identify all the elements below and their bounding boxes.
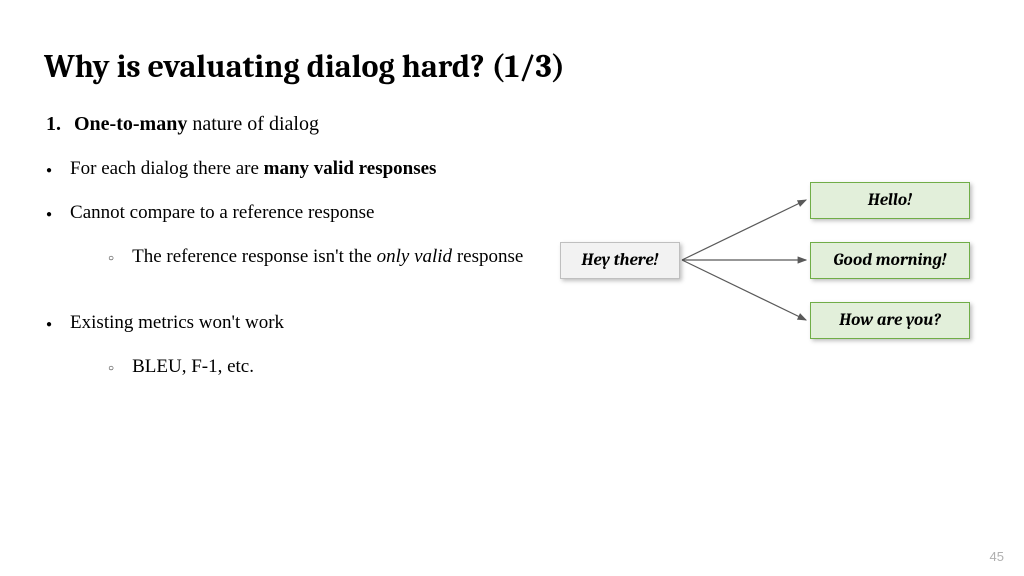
plain-text: nature of dialog <box>187 113 319 135</box>
arrow-1 <box>682 200 806 260</box>
source-box: Hey there! <box>560 242 680 279</box>
list-number: 1. <box>44 113 74 136</box>
sub-bullet-1: The reference response isn't the only va… <box>108 246 523 268</box>
sub-bullet-2: BLEU, F-1, etc. <box>108 356 284 378</box>
bullet-text: Existing metrics won't work BLEU, F-1, e… <box>70 312 284 400</box>
page-number: 45 <box>990 549 1004 564</box>
bullet-1: For each dialog there are many valid res… <box>46 158 624 180</box>
plain-text: For each dialog there are <box>70 158 264 179</box>
bold-text: many valid responses <box>264 158 437 179</box>
response-box-3: How are you? <box>810 302 970 339</box>
list-text: One-to-many nature of dialog <box>74 113 319 136</box>
sub-list: BLEU, F-1, etc. <box>70 356 284 378</box>
bullet-text: For each dialog there are many valid res… <box>70 158 436 180</box>
response-diagram: Hey there! Hello! Good morning! How are … <box>560 168 990 368</box>
numbered-item-1: 1. One-to-many nature of dialog <box>44 113 624 136</box>
plain-text: The reference response isn't the <box>132 246 377 267</box>
slide-title: Why is evaluating dialog hard? (1/3) <box>44 48 980 85</box>
response-box-1: Hello! <box>810 182 970 219</box>
response-box-2: Good morning! <box>810 242 970 279</box>
bullet-list: For each dialog there are many valid res… <box>44 158 624 400</box>
italic-text: only valid <box>377 246 452 267</box>
text-column: 1. One-to-many nature of dialog For each… <box>44 113 624 422</box>
bullet-2: Cannot compare to a reference response T… <box>46 202 624 290</box>
slide: Why is evaluating dialog hard? (1/3) 1. … <box>0 0 1024 576</box>
bullet-3: Existing metrics won't work BLEU, F-1, e… <box>46 312 624 400</box>
sub-text: The reference response isn't the only va… <box>132 246 523 268</box>
plain-text: Existing metrics won't work <box>70 312 284 333</box>
plain-text: Cannot compare to a reference response <box>70 202 374 223</box>
sub-text: BLEU, F-1, etc. <box>132 356 254 378</box>
plain-text: response <box>452 246 523 267</box>
arrow-3 <box>682 260 806 320</box>
bullet-text: Cannot compare to a reference response T… <box>70 202 523 290</box>
bold-text: One-to-many <box>74 113 187 135</box>
sub-list: The reference response isn't the only va… <box>70 246 523 268</box>
